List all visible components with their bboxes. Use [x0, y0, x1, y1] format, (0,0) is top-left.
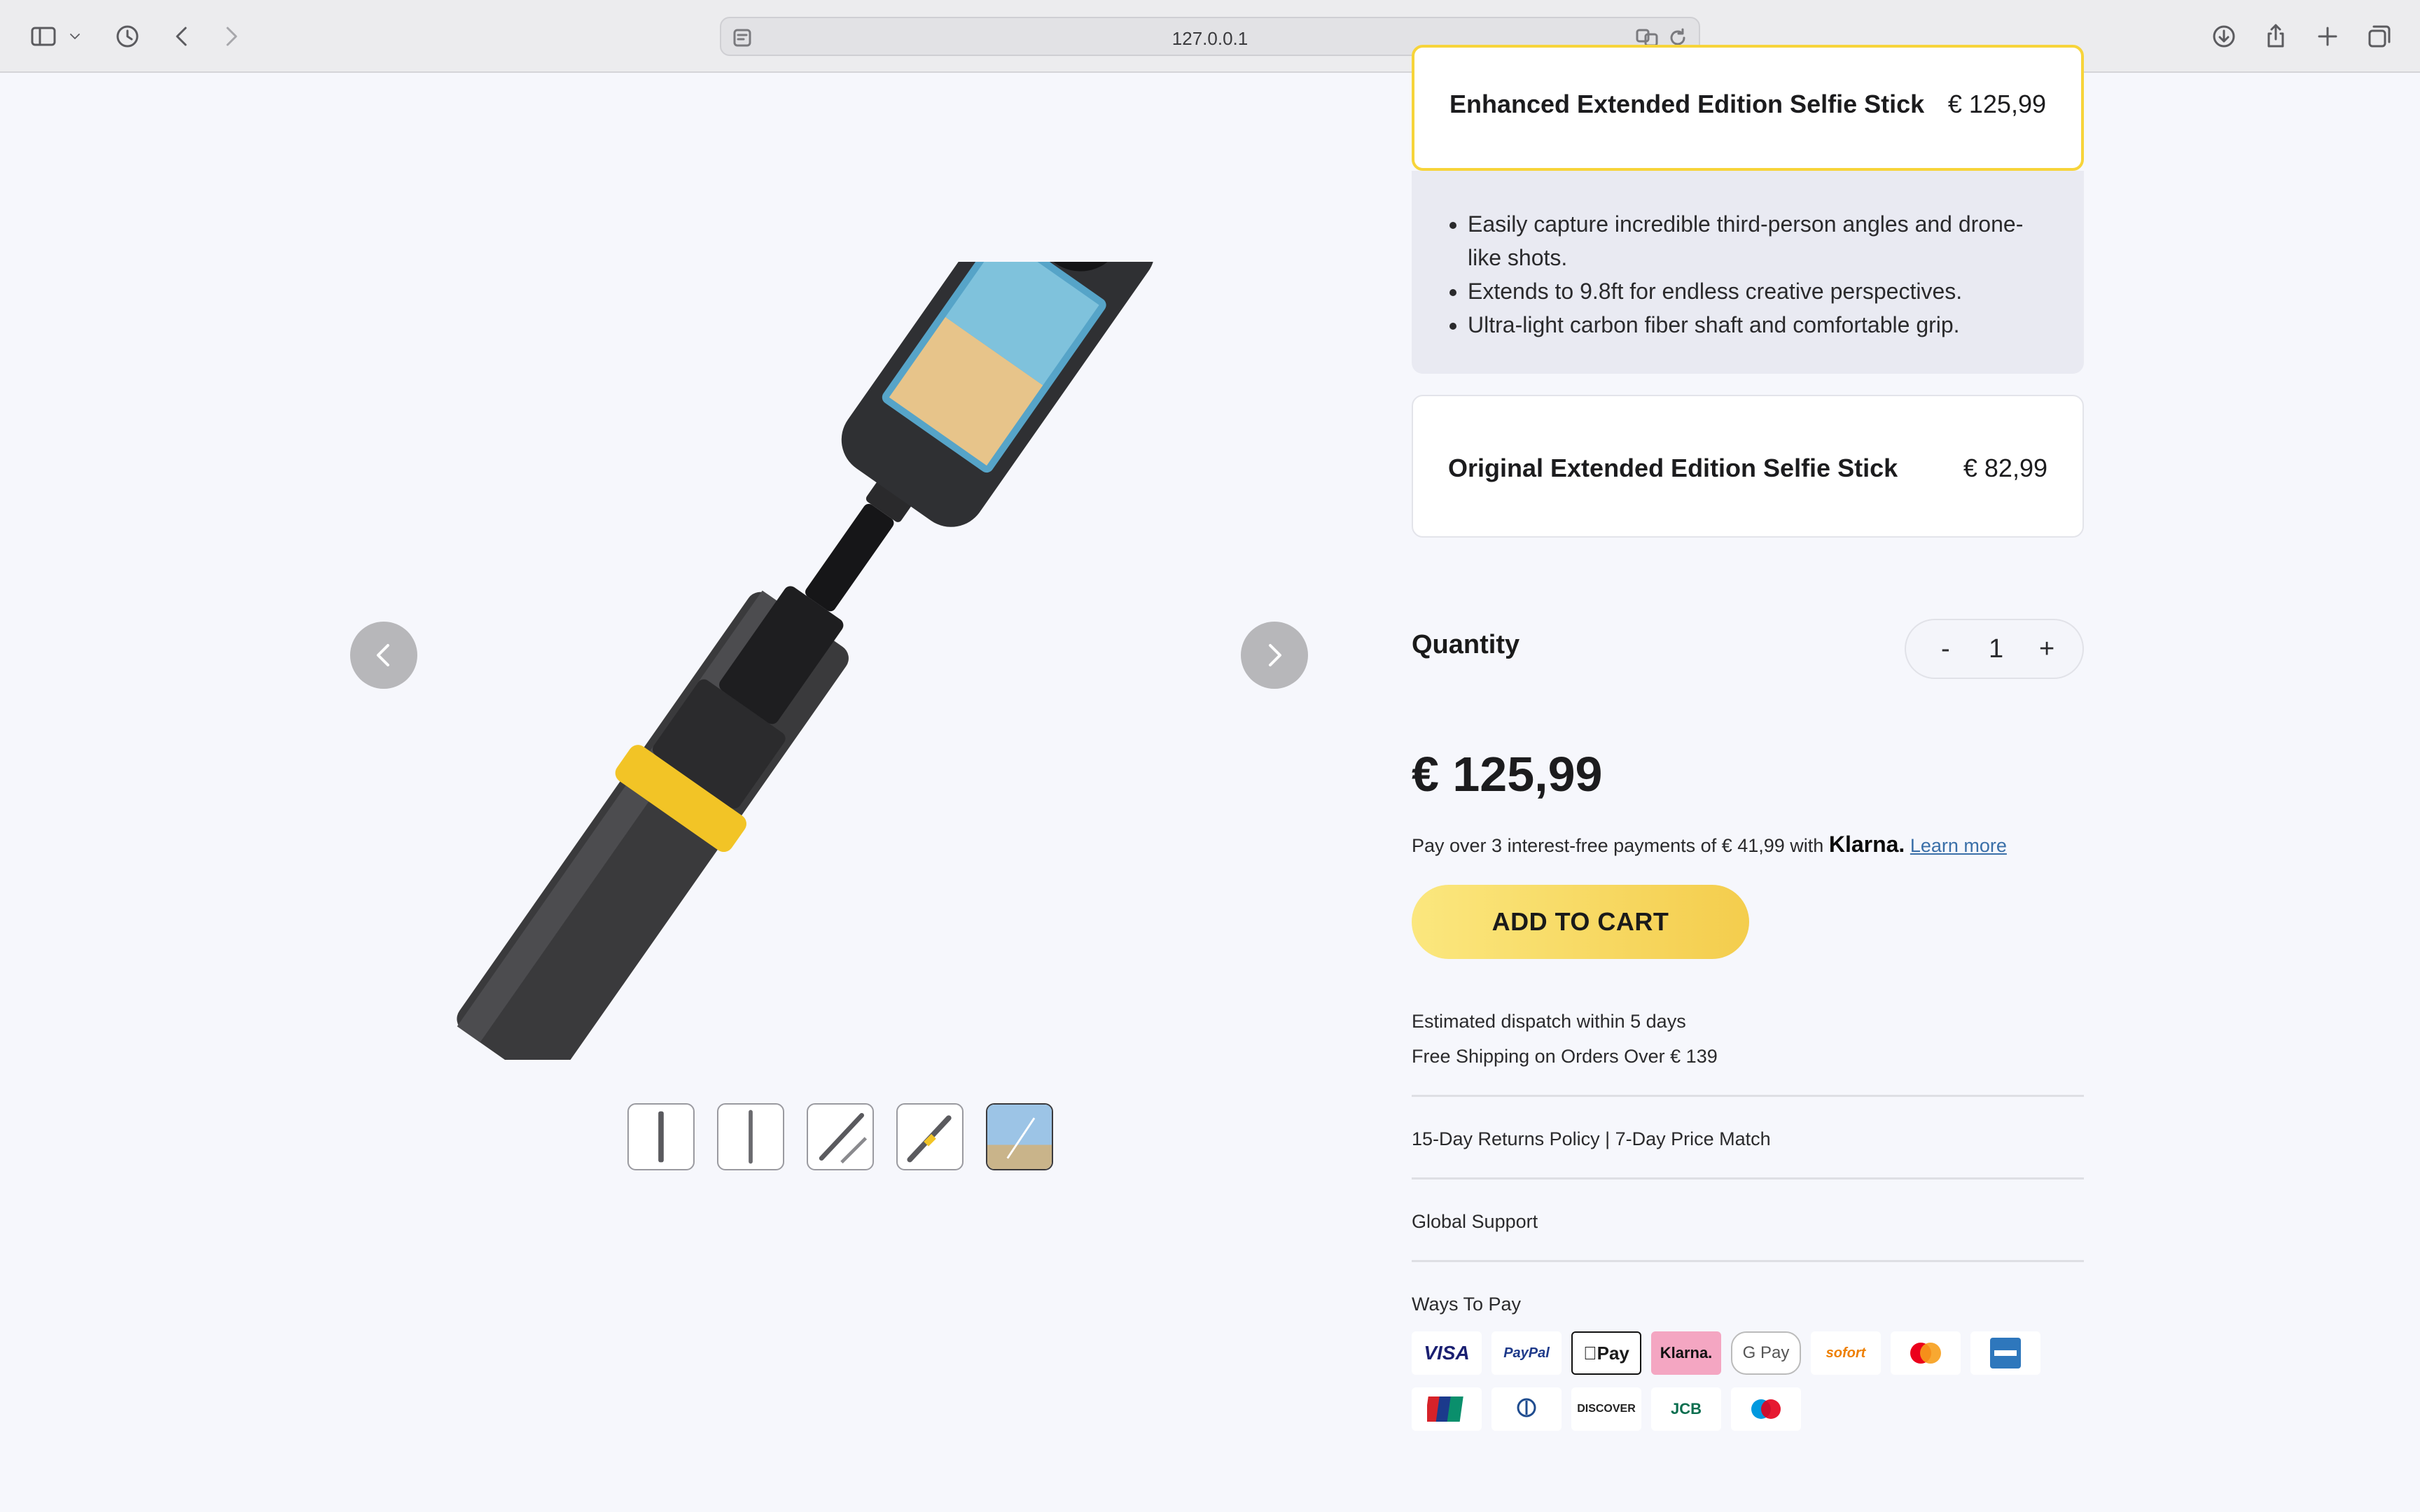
option-price: € 125,99	[1947, 90, 2046, 118]
tab-overview-icon[interactable]	[2361, 18, 2398, 55]
add-to-cart-button[interactable]: ADD TO CART	[1412, 885, 1749, 959]
divider	[1412, 1177, 2084, 1180]
diners-club-icon	[1491, 1387, 1562, 1431]
quantity-decrease-button[interactable]: -	[1941, 634, 1950, 664]
unionpay-icon	[1412, 1387, 1482, 1431]
new-tab-icon[interactable]	[2309, 18, 2346, 55]
feature-item: Ultra-light carbon fiber shaft and comfo…	[1468, 308, 2049, 342]
sidebar-toggle-icon[interactable]	[25, 18, 62, 55]
klarna-installments: Pay over 3 interest-free payments of € 4…	[1412, 832, 2007, 858]
thumbnail[interactable]	[717, 1103, 784, 1170]
paypal-icon: PayPal	[1491, 1331, 1562, 1375]
quantity-stepper: - 1 +	[1905, 619, 2084, 679]
product-image	[378, 262, 1176, 1060]
apple-pay-icon: Pay	[1571, 1331, 1641, 1375]
option-card-enhanced[interactable]: Enhanced Extended Edition Selfie Stick €…	[1412, 45, 2084, 171]
visa-icon: VISA	[1412, 1331, 1482, 1375]
feature-item: Easily capture incredible third-person a…	[1468, 207, 2049, 274]
chevron-left-icon	[377, 644, 389, 666]
free-shipping-info: Free Shipping on Orders Over € 139	[1412, 1046, 1718, 1067]
chevron-down-icon[interactable]	[63, 18, 87, 55]
dispatch-info: Estimated dispatch within 5 days	[1412, 1011, 1686, 1032]
klarna-logo: Klarna.	[1828, 832, 1905, 857]
ways-to-pay-label: Ways To Pay	[1412, 1294, 1522, 1315]
amex-icon	[1970, 1331, 2040, 1375]
quantity-increase-button[interactable]: +	[2039, 634, 2054, 664]
back-icon[interactable]	[164, 18, 200, 55]
learn-more-link[interactable]: Learn more	[1910, 835, 2007, 856]
product-gallery	[0, 73, 1386, 1512]
feature-item: Extends to 9.8ft for endless creative pe…	[1468, 274, 2049, 308]
klarna-text: Pay over 3 interest-free payments of € 4…	[1412, 835, 1824, 856]
google-pay-icon: G Pay	[1731, 1331, 1801, 1375]
option-name: Enhanced Extended Edition Selfie Stick	[1449, 90, 1925, 118]
payment-methods: VISA PayPal Pay Klarna. G Pay sofort DI…	[1412, 1331, 2084, 1443]
thumbnail[interactable]	[627, 1103, 695, 1170]
divider	[1412, 1095, 2084, 1097]
gallery-next-button[interactable]	[1241, 622, 1308, 689]
maestro-icon	[1731, 1387, 1801, 1431]
quantity-value[interactable]: 1	[1989, 634, 2003, 664]
quantity-label: Quantity	[1412, 630, 1520, 659]
option-card-original[interactable]: Original Extended Edition Selfie Stick €…	[1412, 395, 2084, 538]
thumbnail-strip	[627, 1103, 1053, 1170]
thumbnail[interactable]	[896, 1103, 964, 1170]
thumbnail[interactable]	[986, 1103, 1053, 1170]
share-icon[interactable]	[2258, 18, 2294, 55]
total-price: € 125,99	[1412, 747, 1603, 802]
mastercard-icon	[1891, 1331, 1961, 1375]
sofort-icon: sofort	[1811, 1331, 1881, 1375]
chevron-right-icon	[1269, 644, 1281, 666]
apple-pay-label: Pay	[1590, 1342, 1629, 1364]
divider	[1412, 1260, 2084, 1262]
option-name: Original Extended Edition Selfie Stick	[1448, 454, 1898, 482]
option-price: € 82,99	[1963, 454, 2047, 482]
forward-icon[interactable]	[213, 18, 249, 55]
history-icon[interactable]	[109, 18, 146, 55]
thumbnail[interactable]	[807, 1103, 874, 1170]
downloads-icon[interactable]	[2206, 18, 2242, 55]
discover-icon: DISCOVER	[1571, 1387, 1641, 1431]
option-features: Easily capture incredible third-person a…	[1412, 171, 2084, 374]
klarna-icon: Klarna.	[1651, 1331, 1721, 1375]
returns-policy[interactable]: 15-Day Returns Policy | 7-Day Price Matc…	[1412, 1128, 1771, 1150]
global-support[interactable]: Global Support	[1412, 1211, 1538, 1233]
gallery-prev-button[interactable]	[350, 622, 417, 689]
jcb-icon: JCB	[1651, 1387, 1721, 1431]
